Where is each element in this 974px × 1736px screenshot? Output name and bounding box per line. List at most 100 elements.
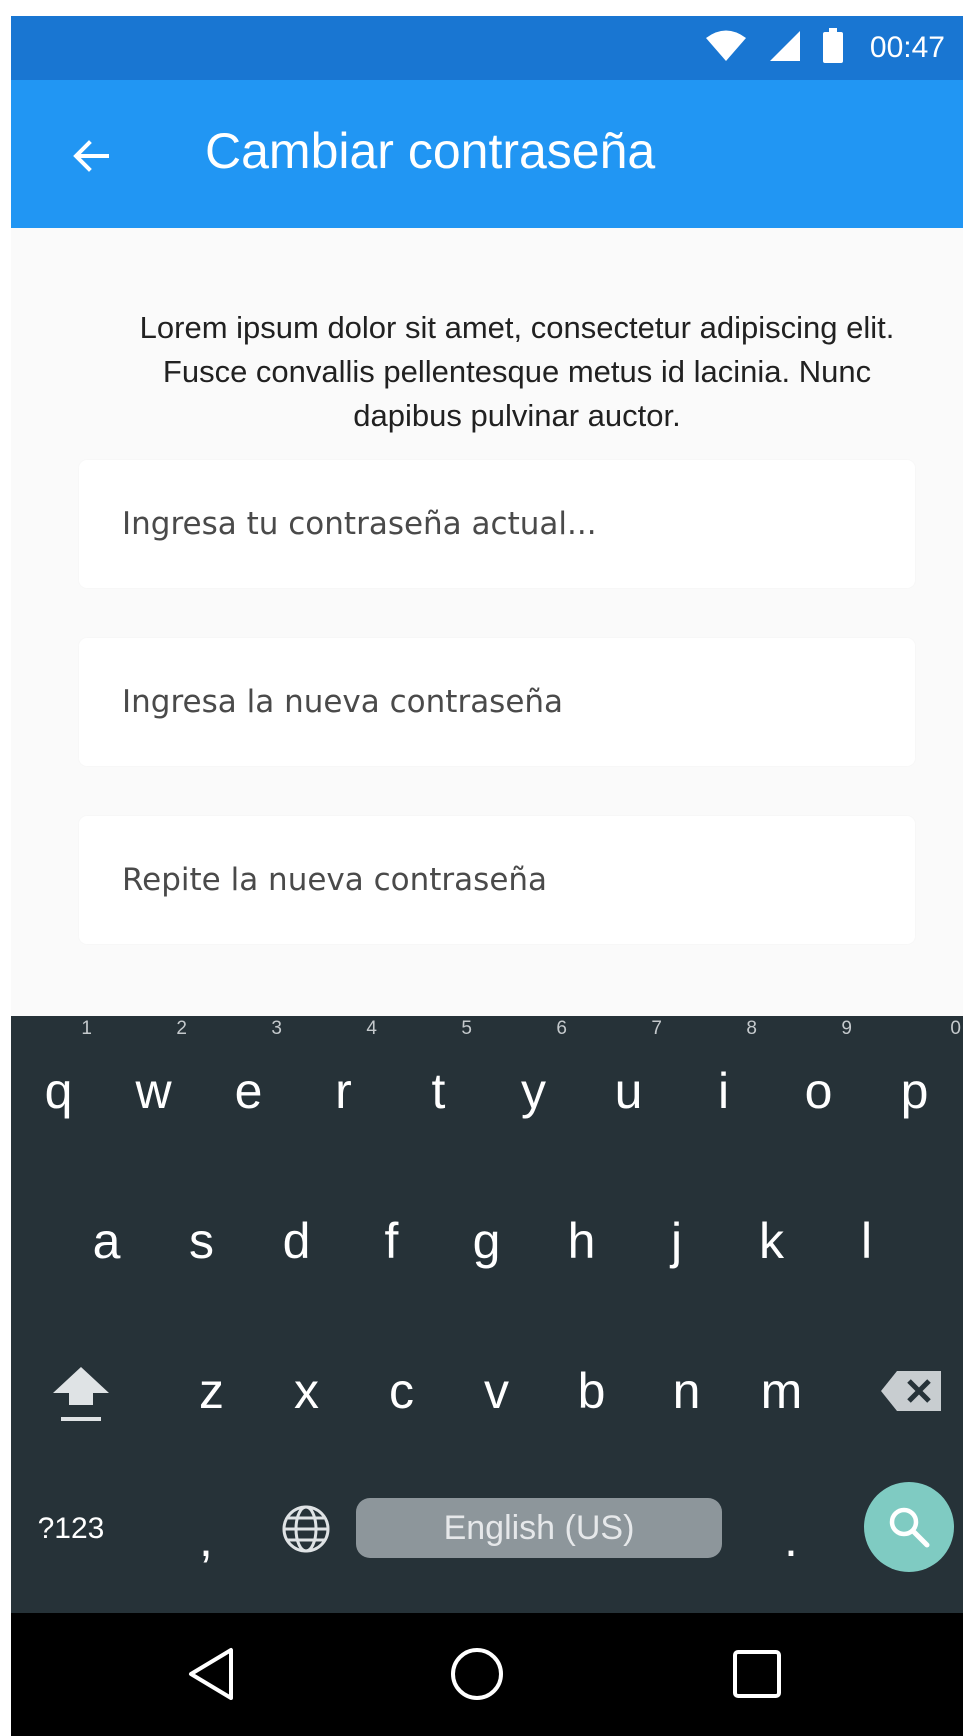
key-e[interactable]: 3e	[201, 1016, 296, 1166]
key-label: m	[760, 1363, 803, 1419]
symbols-key[interactable]: ?123	[11, 1471, 131, 1586]
key-i[interactable]: 8i	[676, 1016, 771, 1166]
backspace-key[interactable]	[859, 1316, 963, 1466]
key-label: f	[384, 1213, 399, 1269]
key-s[interactable]: s	[154, 1166, 249, 1316]
shift-icon	[53, 1367, 109, 1421]
key-label: k	[759, 1213, 784, 1269]
key-v[interactable]: v	[449, 1316, 544, 1466]
repeat-password-input[interactable]	[79, 816, 915, 944]
key-label: i	[717, 1063, 730, 1119]
home-circle-icon	[451, 1648, 503, 1700]
search-key[interactable]	[864, 1482, 954, 1572]
key-label: h	[567, 1213, 596, 1269]
key-label: w	[135, 1063, 172, 1119]
key-label: g	[472, 1213, 501, 1269]
key-label: a	[92, 1213, 121, 1269]
navigation-bar	[11, 1613, 963, 1736]
key-q[interactable]: 1q	[11, 1016, 106, 1166]
comma-key[interactable]: ,	[166, 1481, 246, 1596]
nav-recents-button[interactable]	[727, 1644, 787, 1704]
status-bar: 00:47	[11, 16, 963, 80]
key-c[interactable]: c	[354, 1316, 449, 1466]
key-label: t	[431, 1063, 446, 1119]
current-password-input[interactable]	[79, 460, 915, 588]
backspace-icon	[881, 1371, 941, 1411]
key-f[interactable]: f	[344, 1166, 439, 1316]
new-password-input[interactable]	[79, 638, 915, 766]
key-number-hint: 3	[271, 1018, 282, 1039]
key-t[interactable]: 5t	[391, 1016, 486, 1166]
shift-key[interactable]	[11, 1316, 151, 1466]
key-p[interactable]: 0p	[866, 1016, 963, 1166]
key-label: z	[199, 1363, 224, 1419]
key-number-hint: 2	[176, 1018, 187, 1039]
recents-square-icon	[733, 1650, 781, 1698]
nav-home-button[interactable]	[447, 1644, 507, 1704]
key-l[interactable]: l	[819, 1166, 914, 1316]
screen: 00:47 Cambiar contraseña Lorem ipsum dol…	[11, 16, 963, 1736]
key-y[interactable]: 6y	[486, 1016, 581, 1166]
key-label: .	[784, 1510, 798, 1567]
key-label: u	[614, 1063, 643, 1119]
key-label: e	[234, 1063, 263, 1119]
signal-icon	[768, 29, 802, 68]
key-k[interactable]: k	[724, 1166, 819, 1316]
key-o[interactable]: 9o	[771, 1016, 866, 1166]
arrow-left-icon	[73, 140, 109, 172]
key-label: y	[521, 1063, 546, 1119]
key-d[interactable]: d	[249, 1166, 344, 1316]
repeat-password-field	[79, 816, 915, 944]
key-a[interactable]: a	[59, 1166, 154, 1316]
back-button[interactable]	[71, 136, 111, 176]
app-bar: Cambiar contraseña	[11, 80, 963, 228]
key-label: r	[335, 1063, 352, 1119]
key-g[interactable]: g	[439, 1166, 534, 1316]
soft-keyboard: 1q 2w 3e 4r 5t 6y 7u 8i 9o 0p a s d f g …	[11, 1016, 963, 1613]
key-u[interactable]: 7u	[581, 1016, 676, 1166]
key-label: j	[670, 1213, 683, 1269]
key-n[interactable]: n	[639, 1316, 734, 1466]
nav-back-button[interactable]	[181, 1644, 241, 1704]
key-label: l	[860, 1213, 873, 1269]
key-label: b	[577, 1363, 606, 1419]
key-h[interactable]: h	[534, 1166, 629, 1316]
key-x[interactable]: x	[259, 1316, 354, 1466]
key-number-hint: 5	[461, 1018, 472, 1039]
key-z[interactable]: z	[164, 1316, 259, 1466]
key-label: c	[389, 1363, 414, 1419]
wifi-icon	[704, 29, 748, 68]
key-label: d	[282, 1213, 311, 1269]
new-password-field	[79, 638, 915, 766]
page-title: Cambiar contraseña	[205, 123, 656, 179]
current-password-field	[79, 460, 915, 588]
key-number-hint: 9	[841, 1018, 852, 1039]
battery-icon	[822, 27, 844, 69]
key-r[interactable]: 4r	[296, 1016, 391, 1166]
key-label: v	[484, 1363, 509, 1419]
key-w[interactable]: 2w	[106, 1016, 201, 1166]
globe-icon	[282, 1505, 330, 1552]
key-number-hint: 6	[556, 1018, 567, 1039]
key-label: p	[900, 1063, 929, 1119]
key-label: x	[294, 1363, 319, 1419]
key-m[interactable]: m	[734, 1316, 829, 1466]
key-b[interactable]: b	[544, 1316, 639, 1466]
key-label: s	[189, 1213, 214, 1269]
key-label: n	[672, 1363, 701, 1419]
key-label: ,	[199, 1510, 213, 1567]
status-time: 00:47	[869, 31, 945, 64]
key-number-hint: 0	[950, 1018, 961, 1039]
period-key[interactable]: .	[751, 1481, 831, 1596]
key-number-hint: 8	[746, 1018, 757, 1039]
back-triangle-icon	[189, 1648, 233, 1700]
key-label: ?123	[37, 1511, 105, 1545]
key-label: o	[804, 1063, 833, 1119]
space-key[interactable]: English (US)	[356, 1498, 722, 1558]
language-key[interactable]	[266, 1471, 346, 1586]
key-number-hint: 4	[366, 1018, 377, 1039]
description-text: Lorem ipsum dolor sit amet, consectetur …	[139, 310, 895, 433]
key-number-hint: 7	[651, 1018, 662, 1039]
key-j[interactable]: j	[629, 1166, 724, 1316]
key-number-hint: 1	[81, 1018, 92, 1039]
